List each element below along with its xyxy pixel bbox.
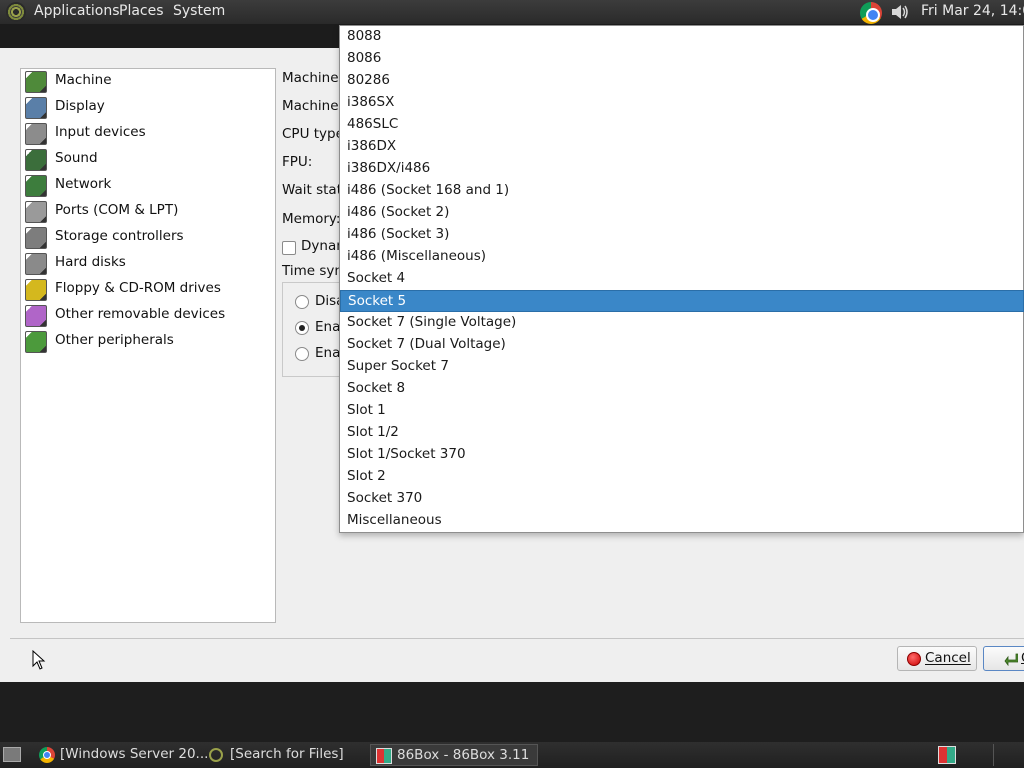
cpu-option[interactable]: i386SX	[340, 92, 1024, 114]
cpu-option[interactable]: Slot 1	[340, 400, 1024, 422]
cpu-option[interactable]: Slot 1/Socket 370	[340, 444, 1024, 466]
category-other-removable-devices[interactable]: Other removable devices	[23, 303, 273, 327]
machine-icon	[25, 71, 47, 93]
dialog-separator	[10, 638, 1024, 639]
places-menu[interactable]: Places	[119, 0, 164, 24]
sound-icon	[25, 149, 47, 171]
show-desktop-icon[interactable]	[3, 747, 21, 762]
cpu-option[interactable]: Socket 7 (Dual Voltage)	[340, 334, 1024, 356]
ok-button[interactable]: O	[983, 646, 1024, 671]
category-network[interactable]: Network	[23, 173, 273, 197]
tray-separator	[993, 744, 994, 766]
time-sync-disabled-radio[interactable]	[295, 295, 309, 309]
cpu-option[interactable]: Slot 2	[340, 466, 1024, 488]
cancel-icon	[907, 652, 921, 666]
display-icon	[25, 97, 47, 119]
hard-disks-icon	[25, 253, 47, 275]
cpu-option[interactable]: 80286	[340, 70, 1024, 92]
category-label: Ports (COM & LPT)	[55, 202, 179, 218]
cancel-button[interactable]: Cancel	[897, 646, 977, 671]
floppy-cdrom-icon	[25, 279, 47, 301]
category-sound[interactable]: Sound	[23, 147, 273, 171]
category-machine[interactable]: Machine	[23, 69, 273, 93]
search-icon	[209, 748, 223, 762]
cpu-option[interactable]: i486 (Socket 2)	[340, 202, 1024, 224]
category-label: Network	[55, 176, 112, 192]
time-sync-enabled-utc-radio[interactable]	[295, 347, 309, 361]
time-sync-enabled-local-radio[interactable]	[295, 321, 309, 335]
task-search-files-label: [Search for Files]	[230, 746, 344, 762]
cpu-option[interactable]: i386DX	[340, 136, 1024, 158]
category-label: Input devices	[55, 124, 146, 140]
task-search-files[interactable]: [Search for Files]	[204, 744, 366, 766]
storage-controllers-icon	[25, 227, 47, 249]
cpu-option[interactable]: i486 (Socket 3)	[340, 224, 1024, 246]
peripherals-icon	[25, 331, 47, 353]
category-label: Other removable devices	[55, 306, 226, 322]
task-86box-label: 86Box - 86Box 3.11	[397, 747, 530, 763]
category-display[interactable]: Display	[23, 95, 273, 119]
top-panel: Applications Places System Fri Mar 24, 1…	[0, 0, 1024, 24]
dynamic-recompiler-checkbox[interactable]	[282, 241, 296, 255]
cpu-option[interactable]: 8088	[340, 26, 1024, 48]
network-icon	[25, 175, 47, 197]
machine-label: Machine:	[282, 98, 344, 114]
category-input-devices[interactable]: Input devices	[23, 121, 273, 145]
cpu-option[interactable]: Socket 370	[340, 488, 1024, 510]
cpu-option[interactable]: Super Socket 7	[340, 356, 1024, 378]
category-label: Machine	[55, 72, 112, 88]
mouse-cursor-icon	[32, 650, 46, 670]
category-ports-com-lpt[interactable]: Ports (COM & LPT)	[23, 199, 273, 223]
chrome-tray-icon[interactable]	[860, 2, 882, 24]
fpu-label: FPU:	[282, 154, 313, 170]
taskbar: [Windows Server 20... [Search for Files]…	[0, 742, 1024, 768]
volume-icon[interactable]	[890, 3, 910, 21]
chrome-icon	[39, 747, 55, 763]
clock[interactable]: Fri Mar 24, 14:09	[921, 0, 1024, 24]
category-storage-controllers[interactable]: Storage controllers	[23, 225, 273, 249]
ports-icon	[25, 201, 47, 223]
cpu-option[interactable]: Socket 8	[340, 378, 1024, 400]
cpu-type-label: CPU type	[282, 126, 344, 142]
86box-tray-icon[interactable]	[938, 746, 956, 764]
cpu-type-dropdown[interactable]: 8088 8086 80286 i386SX 486SLC i386DX i386DX/i4…	[339, 25, 1024, 533]
distro-logo-icon[interactable]	[6, 2, 26, 22]
cpu-option[interactable]: i486 (Socket 168 and 1)	[340, 180, 1024, 202]
category-label: Floppy & CD-ROM drives	[55, 280, 221, 296]
task-windows-server-label: [Windows Server 20...	[60, 746, 209, 762]
cpu-option[interactable]: Slot 1/2	[340, 422, 1024, 444]
category-label: Hard disks	[55, 254, 126, 270]
memory-label: Memory:	[282, 211, 341, 227]
task-windows-server[interactable]: [Windows Server 20...	[34, 744, 208, 766]
category-label: Display	[55, 98, 105, 114]
ok-icon	[1004, 653, 1018, 666]
category-label: Other peripherals	[55, 332, 174, 348]
cpu-option[interactable]: i386DX/i486	[340, 158, 1024, 180]
cancel-label: Cancel	[925, 650, 971, 666]
cpu-option[interactable]: i486 (Miscellaneous)	[340, 246, 1024, 268]
task-86box[interactable]: 86Box - 86Box 3.11	[370, 744, 538, 766]
cpu-option[interactable]: Miscellaneous	[340, 510, 1024, 532]
86box-icon	[376, 748, 392, 764]
applications-menu[interactable]: Applications	[34, 0, 120, 24]
category-hard-disks[interactable]: Hard disks	[23, 251, 273, 275]
system-menu[interactable]: System	[173, 0, 225, 24]
input-devices-icon	[25, 123, 47, 145]
cpu-option[interactable]: 486SLC	[340, 114, 1024, 136]
removable-devices-icon	[25, 305, 47, 327]
cpu-option[interactable]: 8086	[340, 48, 1024, 70]
category-label: Sound	[55, 150, 98, 166]
category-floppy-cd-rom-drives[interactable]: Floppy & CD-ROM drives	[23, 277, 273, 301]
desktop-background	[0, 682, 1024, 742]
category-label: Storage controllers	[55, 228, 184, 244]
category-list[interactable]: Machine Display Input devices Sound Network P…	[20, 68, 276, 623]
cpu-option[interactable]: Socket 5	[340, 290, 1024, 312]
cpu-option[interactable]: Socket 4	[340, 268, 1024, 290]
category-other-peripherals[interactable]: Other peripherals	[23, 329, 273, 353]
cpu-option[interactable]: Socket 7 (Single Voltage)	[340, 312, 1024, 334]
